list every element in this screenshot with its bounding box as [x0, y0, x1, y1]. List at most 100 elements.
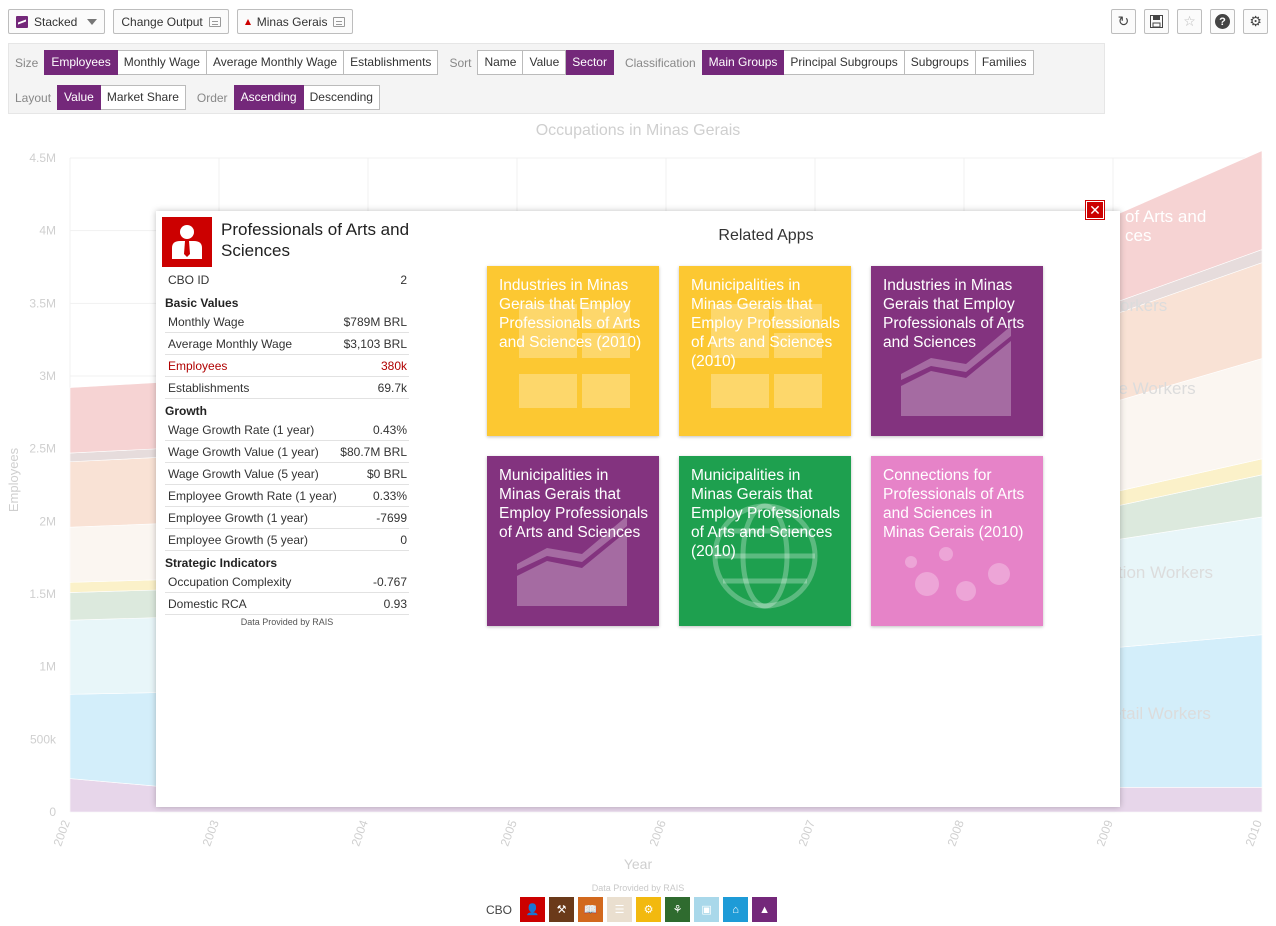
stat-value: -0.767 — [372, 575, 407, 589]
classification-option-principal-subgroups[interactable]: Principal Subgroups — [784, 50, 905, 75]
help-button[interactable]: ? — [1210, 9, 1235, 34]
stat-label: Employee Growth (1 year) — [168, 511, 309, 525]
stat-row: Employee Growth (1 year) -7699 — [165, 507, 409, 529]
sort-option-sector[interactable]: Sector — [566, 50, 614, 75]
x-tick-label: 2009 — [1094, 818, 1116, 848]
y-tick-label: 500k — [30, 732, 57, 746]
area-label: of Arts and — [1125, 207, 1206, 226]
layout-label: Layout — [15, 90, 52, 105]
order-option-ascending[interactable]: Ascending — [233, 85, 304, 110]
legend-category-button[interactable]: ⚒ — [549, 897, 575, 922]
stat-value: 0.43% — [372, 423, 407, 437]
related-app-title: Industries in Minas Gerais that Employ P… — [499, 277, 642, 351]
related-app-tile[interactable]: Municipalities in Minas Gerais that Empl… — [487, 456, 659, 626]
stat-label: Establishments — [168, 381, 250, 395]
related-app-tile[interactable]: Industries in Minas Gerais that Employ P… — [487, 266, 659, 436]
legend-category-button[interactable]: ⚘ — [665, 897, 691, 922]
location-label: Minas Gerais — [256, 14, 328, 29]
sort-toggle: Name Value Sector — [477, 50, 614, 75]
size-option-establishments[interactable]: Establishments — [344, 50, 439, 75]
stat-row: Employee Growth Rate (1 year) 0.33% — [165, 485, 409, 507]
sort-option-name[interactable]: Name — [477, 50, 524, 75]
stat-label: Employees — [168, 359, 228, 373]
classification-option-main-groups[interactable]: Main Groups — [701, 50, 785, 75]
section-heading: Strategic Indicators — [165, 556, 278, 570]
size-toggle: Employees Monthly Wage Average Monthly W… — [44, 50, 439, 75]
save-button[interactable] — [1144, 9, 1169, 34]
save-icon — [1150, 15, 1163, 28]
controls-row-2: Layout Value Market Share Order Ascendin… — [9, 85, 380, 110]
store-icon: ⌂ — [732, 903, 739, 916]
stat-value: $80.7M BRL — [340, 445, 407, 459]
related-app-tile[interactable]: Municipalities in Minas Gerais that Empl… — [679, 266, 851, 436]
y-tick-label: 1M — [39, 660, 56, 674]
order-label: Order — [196, 90, 228, 105]
settings-button[interactable]: ⚙ — [1243, 9, 1268, 34]
area-label: etail Workers — [1112, 704, 1211, 723]
stat-value: 69.7k — [377, 381, 407, 395]
layout-option-market-share[interactable]: Market Share — [100, 85, 186, 110]
person-icon: 👤 — [525, 904, 540, 916]
favorite-button[interactable]: ☆ — [1177, 9, 1202, 34]
x-tick-label: 2002 — [51, 818, 73, 848]
sort-option-value[interactable]: Value — [523, 50, 567, 75]
controls-panel: Size Employees Monthly Wage Average Mont… — [8, 43, 1105, 114]
stacked-chart-icon — [16, 15, 28, 28]
box-icon: ▣ — [701, 904, 712, 916]
clipboard-icon: ☰ — [614, 904, 625, 916]
legend-category-button[interactable]: 👤 — [520, 897, 546, 922]
controls-row-1: Size Employees Monthly Wage Average Mont… — [9, 50, 1034, 75]
stat-value: -7699 — [376, 511, 407, 525]
area-label: ces — [1125, 226, 1151, 245]
classification-option-families[interactable]: Families — [975, 50, 1034, 75]
related-apps-title: Related Apps — [718, 227, 814, 244]
area-label: ve Workers — [1110, 379, 1196, 398]
x-axis-title: Year — [624, 856, 653, 872]
size-option-average-monthly-wage[interactable]: Average Monthly Wage — [206, 50, 345, 75]
classification-option-subgroups[interactable]: Subgroups — [904, 50, 976, 75]
close-modal-button[interactable]: ✕ — [1086, 201, 1104, 219]
location-selector[interactable]: Minas Gerais — [236, 9, 354, 34]
stat-label: Wage Growth Value (1 year) — [168, 445, 319, 459]
sort-label: Sort — [449, 55, 472, 70]
stat-value: 0.33% — [372, 489, 407, 503]
legend-category-button[interactable]: ▲ — [752, 897, 778, 922]
layout-option-value[interactable]: Value — [57, 85, 101, 110]
order-option-descending[interactable]: Descending — [303, 85, 380, 110]
help-icon: ? — [1215, 14, 1230, 29]
legend-category-button[interactable]: ⌂ — [723, 897, 749, 922]
change-output-label: Change Output — [121, 14, 203, 29]
viz-type-select[interactable]: Stacked — [8, 9, 106, 34]
stat-label: Domestic RCA — [168, 597, 247, 611]
legend-category-button[interactable]: ⚙ — [636, 897, 662, 922]
stat-label: CBO ID — [168, 273, 210, 287]
stat-row: Establishments 69.7k — [165, 377, 409, 399]
stat-label: Monthly Wage — [168, 315, 245, 329]
stat-label: Wage Growth Rate (1 year) — [168, 423, 315, 437]
related-app-title: Municipalities in Minas Gerais that Empl… — [691, 277, 841, 370]
related-app-tile[interactable]: Connections for Professionals of Arts an… — [871, 456, 1043, 626]
stat-value: $0 BRL — [366, 467, 407, 481]
stat-row: Domestic RCA 0.93 — [165, 593, 409, 615]
x-tick-label: 2003 — [200, 818, 222, 848]
size-option-employees[interactable]: Employees — [44, 50, 118, 75]
gears-icon: ⚙ — [643, 904, 654, 916]
size-option-monthly-wage[interactable]: Monthly Wage — [117, 50, 207, 75]
related-app-tile[interactable]: Municipalities in Minas Gerais that Empl… — [679, 456, 851, 626]
change-output-button[interactable]: Change Output — [113, 9, 229, 34]
related-app-tile[interactable]: Industries in Minas Gerais that Employ P… — [871, 266, 1043, 436]
refresh-button[interactable]: ↻ — [1111, 9, 1136, 34]
related-app-title: Municipalities in Minas Gerais that Empl… — [499, 467, 649, 541]
classification-toggle: Main Groups Principal Subgroups Subgroup… — [701, 50, 1034, 75]
refresh-icon: ↻ — [1117, 13, 1130, 29]
legend-category-button[interactable]: ▣ — [694, 897, 720, 922]
stat-value: 380k — [380, 359, 407, 373]
list-icon — [333, 16, 346, 27]
y-tick-label: 4M — [39, 224, 56, 238]
legend-category-button[interactable]: ☰ — [607, 897, 633, 922]
right-toolbar: ↻ ☆ ? ⚙ — [1111, 9, 1268, 34]
stat-row: Average Monthly Wage $3,103 BRL — [165, 333, 409, 355]
legend-category-button[interactable]: 📖 — [578, 897, 604, 922]
y-tick-label: 0 — [49, 805, 56, 819]
chart-title: Occupations in Minas Gerais — [535, 122, 741, 139]
